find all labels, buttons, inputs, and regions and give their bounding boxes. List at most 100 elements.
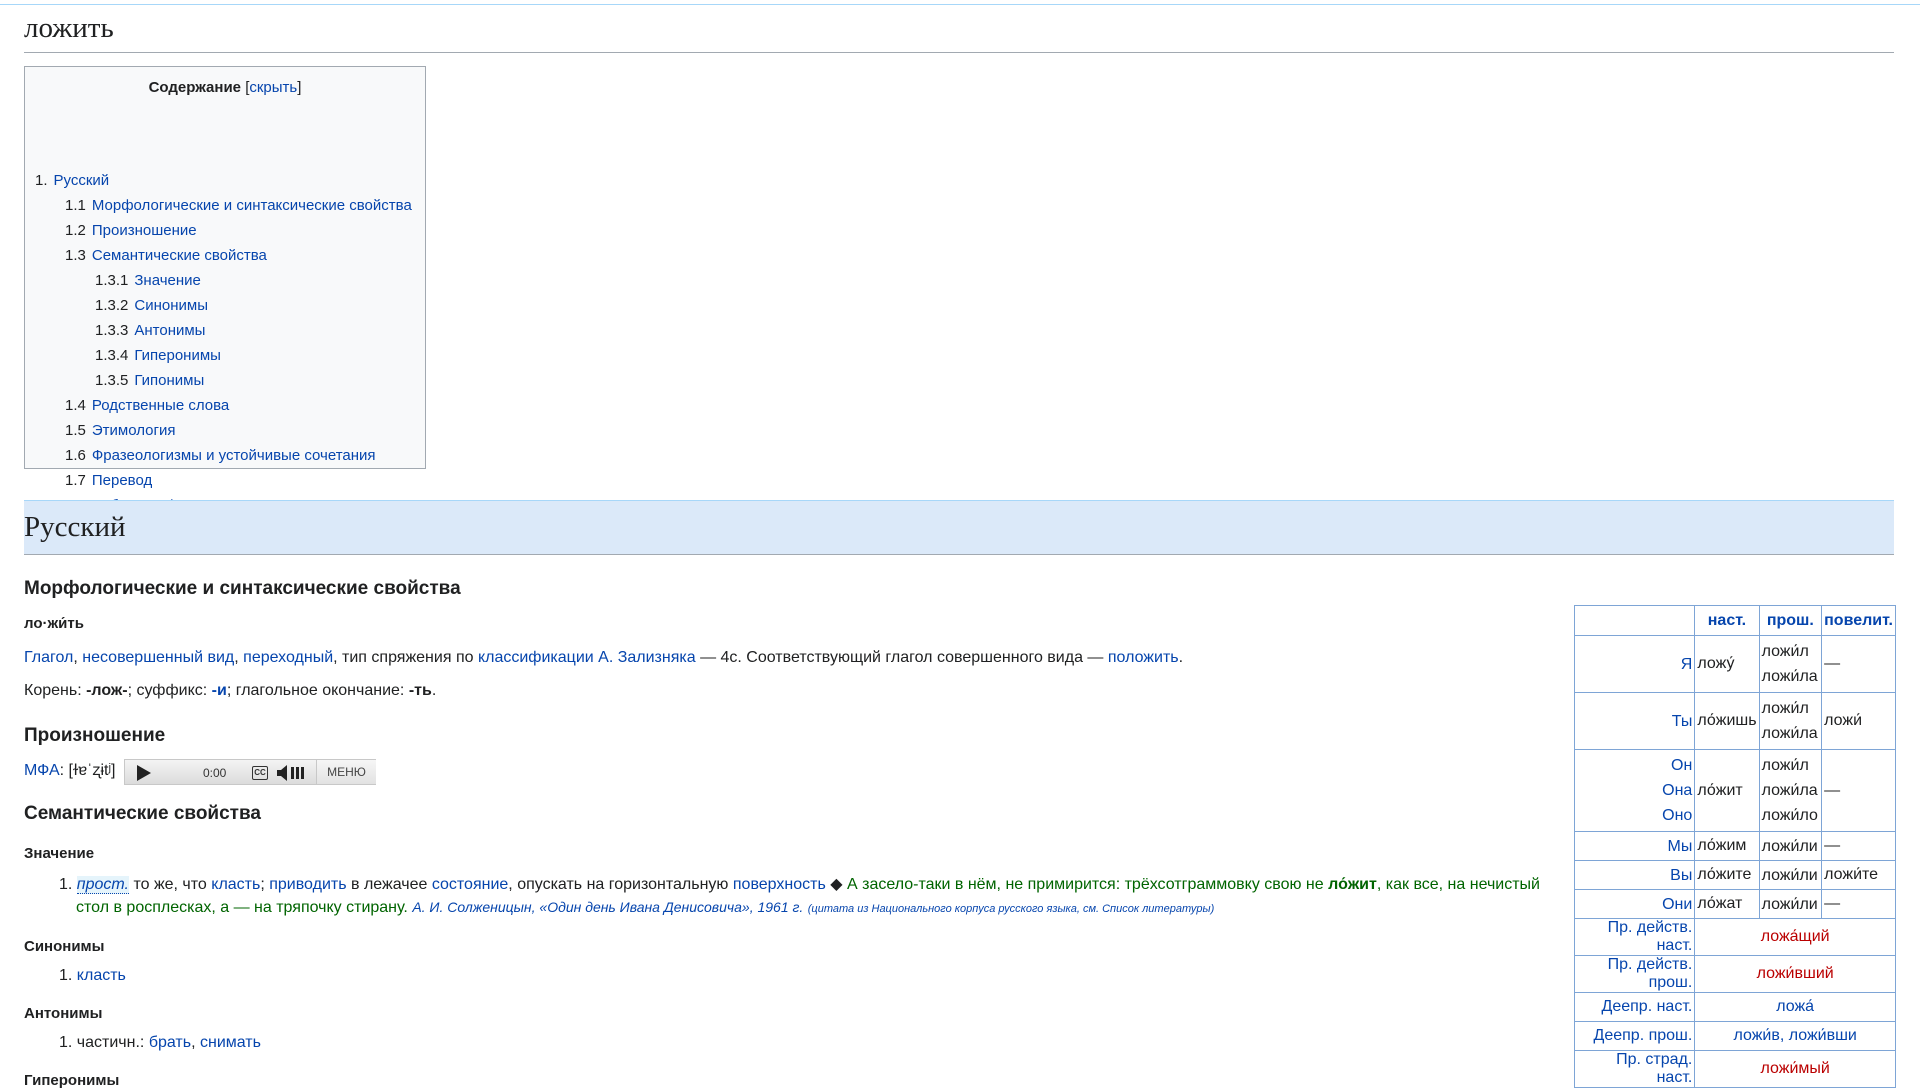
link-sostoyanie[interactable]: состояние: [432, 876, 508, 893]
toc-link[interactable]: Этимология: [92, 422, 176, 439]
captions-icon[interactable]: CC: [252, 766, 268, 780]
toc-link[interactable]: Русский: [54, 172, 110, 189]
toc-item[interactable]: 1.6 Фразеологизмы и устойчивые сочетания: [65, 447, 376, 464]
ending-label: ; глагольное окончание:: [226, 682, 409, 699]
toc-item[interactable]: 1.3.4 Гиперонимы: [95, 347, 221, 364]
toc-item[interactable]: 1. Русский: [35, 172, 109, 189]
example-text: стол в росплесках, а — на тряпочку стира…: [76, 899, 408, 916]
toc-item[interactable]: 1.5 Этимология: [65, 422, 175, 439]
heading-hyperonyms: Гиперонимы: [24, 1072, 120, 1089]
sep: ,: [191, 1034, 200, 1051]
conj-present: ло́жит: [1694, 749, 1760, 832]
participle-label[interactable]: Пр. действ. наст.: [1573, 918, 1696, 956]
participle-value[interactable]: ложи́в, ложи́вши: [1694, 1021, 1896, 1051]
toc-item[interactable]: 1.3.1 Значение: [95, 272, 201, 289]
perfective-link[interactable]: положить: [1108, 649, 1179, 666]
participle-label[interactable]: Деепр. прош.: [1573, 1021, 1696, 1051]
conj-past-line: ложи́ла: [1761, 668, 1818, 685]
pos-link[interactable]: Глагол: [24, 649, 73, 666]
toc-link[interactable]: Гиперонимы: [134, 347, 221, 364]
toc-item[interactable]: 1.3.2 Синонимы: [95, 297, 208, 314]
toc-item[interactable]: 1.7 Перевод: [65, 472, 152, 489]
conj-past: ложи́ли: [1758, 831, 1823, 861]
toc-item[interactable]: 1.3 Семантические свойства: [65, 247, 267, 264]
toc-toggle[interactable]: [скрыть]: [245, 79, 301, 96]
volume-icon[interactable]: [277, 765, 311, 781]
participle-value[interactable]: ложа́щий: [1694, 918, 1896, 956]
root: -лож-: [86, 682, 128, 699]
suffix-link[interactable]: -и: [212, 682, 227, 699]
meaning-line-1: 1. прост. то же, что класть; приводить в…: [59, 874, 1540, 894]
participle-value[interactable]: ложи́вший: [1694, 955, 1896, 993]
toc-item[interactable]: 1.3.3 Антонимы: [95, 322, 205, 339]
conj-pronoun-line[interactable]: Оно: [1577, 803, 1692, 828]
antonyms-item: 1. частичн.: брать, снимать: [59, 1034, 261, 1052]
heading-synonyms: Синонимы: [24, 938, 105, 955]
conj-imperative: ложи́: [1821, 692, 1896, 750]
toc-item[interactable]: 1.4 Родственные слова: [65, 397, 229, 414]
conj-pronoun-line[interactable]: Мы: [1577, 834, 1693, 859]
citation-source-link[interactable]: (цитата из Национального корпуса русског…: [808, 903, 1214, 915]
participle-label[interactable]: Деепр. наст.: [1573, 992, 1696, 1022]
zalizniak-link[interactable]: классификации А. Зализняка: [478, 649, 696, 666]
toc-number: 1.3.2: [95, 297, 129, 314]
meaning-text: то же, что: [129, 876, 212, 893]
toc-link[interactable]: Морфологические и синтаксические свойств…: [92, 197, 412, 214]
conj-pronoun-line[interactable]: Я: [1577, 652, 1693, 677]
antonym-link-brat[interactable]: брать: [149, 1034, 191, 1051]
link-privodit[interactable]: приводить: [269, 876, 346, 893]
participle-label[interactable]: Пр. страд. наст.: [1573, 1050, 1696, 1088]
participle-label[interactable]: Пр. действ. прош.: [1573, 955, 1696, 993]
conj-pronoun-line[interactable]: Она: [1577, 778, 1692, 803]
conj-pronoun-line[interactable]: Он: [1577, 753, 1692, 778]
list-number: 1.: [59, 967, 73, 984]
meaning-line-2: стол в росплесках, а — на тряпочку стира…: [76, 899, 1214, 917]
link-poverkhnost[interactable]: поверхность: [733, 876, 826, 893]
antonym-link-snimat[interactable]: снимать: [200, 1034, 261, 1051]
example-bold: ло́жит: [1328, 876, 1377, 893]
toc-item[interactable]: 1.1 Морфологические и синтаксические свой…: [65, 197, 412, 214]
toc-link[interactable]: Перевод: [92, 472, 152, 489]
conj-header-row: наст. прош. повелит.: [1573, 605, 1896, 636]
link-klast[interactable]: класть: [211, 876, 260, 893]
transitive-link[interactable]: переходный: [243, 649, 333, 666]
participle-value[interactable]: ложи́мый: [1694, 1050, 1896, 1088]
toc-title: Содержание: [148, 79, 242, 96]
audio-player: 0:00 CC МЕНЮ: [124, 759, 376, 785]
aspect-link[interactable]: несовершенный вид: [82, 649, 234, 666]
synonym-link[interactable]: класть: [77, 967, 126, 984]
conj-pronoun-line[interactable]: Ты: [1577, 709, 1693, 734]
conj-present: ло́жат: [1694, 889, 1760, 919]
conj-pronoun-line[interactable]: Они: [1577, 892, 1692, 917]
toc-title-row: Содержание [скрыть]: [25, 79, 425, 96]
conj-pronoun-line[interactable]: Вы: [1577, 863, 1692, 888]
page-title: ложить: [24, 10, 1894, 53]
toc-link[interactable]: Родственные слова: [92, 397, 229, 414]
citation-link[interactable]: А. И. Солженицын, «Один день Ивана Денис…: [412, 899, 803, 915]
ipa: МФА: [ɫɐˈʐɨtʲ]: [24, 762, 115, 780]
conj-body: Яложу́ ложи́л ложи́ла — Ты ло́жишь ложи́л ложи́…: [1573, 635, 1896, 1088]
toc-link[interactable]: Значение: [134, 272, 201, 289]
toc-link[interactable]: Синонимы: [134, 297, 208, 314]
conj-pronoun: Они: [1573, 889, 1696, 919]
toc-toggle-link[interactable]: скрыть: [249, 79, 297, 96]
conj-pronoun: Я: [1573, 635, 1696, 693]
toc-item[interactable]: 1.3.5 Гипонимы: [95, 372, 204, 389]
participle-row: Деепр. прош. ложи́в, ложи́вши: [1573, 1021, 1896, 1051]
toc-link[interactable]: Фразеологизмы и устойчивые сочетания: [92, 447, 376, 464]
ipa-link[interactable]: МФА: [24, 762, 60, 779]
toc-item[interactable]: 1.2 Произношение: [65, 222, 197, 239]
conj-pronoun: Вы: [1573, 860, 1696, 890]
toc-number: 1.5: [65, 422, 86, 439]
toc-number: 1.3: [65, 247, 86, 264]
ending: -ть: [408, 682, 432, 699]
toc-link[interactable]: Антонимы: [134, 322, 205, 339]
participle-value[interactable]: ложа́: [1694, 992, 1896, 1022]
play-icon[interactable]: [137, 765, 151, 781]
player-menu-button[interactable]: МЕНЮ: [316, 760, 376, 784]
toc-link[interactable]: Семантические свойства: [92, 247, 267, 264]
toc-link[interactable]: Произношение: [92, 222, 197, 239]
conj-past: ложи́л ложи́ла: [1758, 635, 1823, 693]
toc-link[interactable]: Гипонимы: [134, 372, 204, 389]
label-prost[interactable]: прост.: [76, 876, 129, 894]
